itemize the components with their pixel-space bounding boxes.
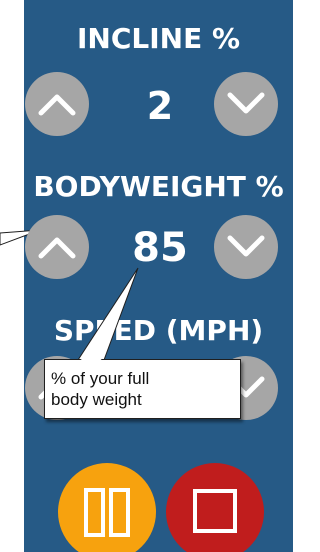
stop-button[interactable] (166, 463, 264, 552)
stop-icon (193, 489, 237, 533)
pause-button[interactable] (58, 463, 156, 552)
pause-icon (84, 488, 130, 537)
